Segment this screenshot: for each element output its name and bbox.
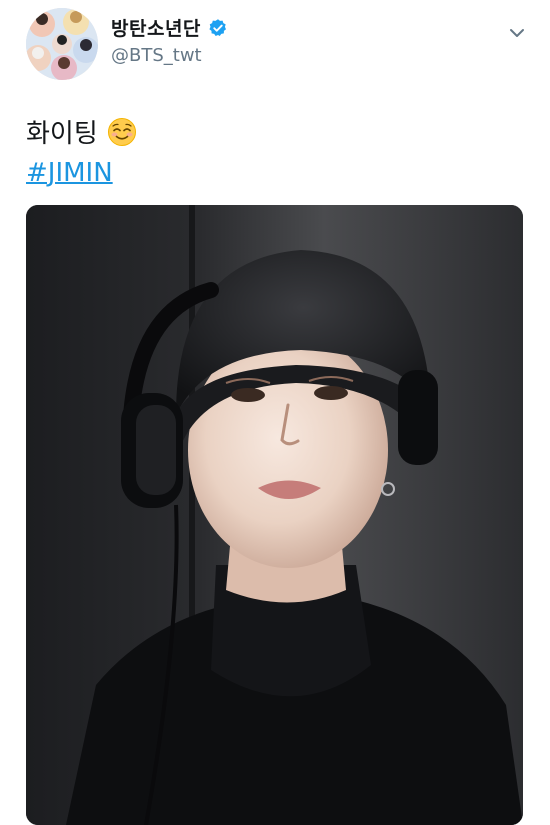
chevron-down-icon[interactable] <box>508 24 526 42</box>
hashtag-link[interactable]: #JIMIN <box>26 158 113 188</box>
relieved-smiling-face-icon <box>107 117 137 147</box>
avatar[interactable] <box>26 8 98 80</box>
tweet-text: 화이팅 <box>26 113 137 150</box>
display-name-text[interactable]: 방탄소년단 <box>111 14 201 41</box>
tweet-header: 방탄소년단 @BTS_twt <box>0 0 550 90</box>
tweet-text-content: 화이팅 <box>26 119 98 149</box>
user-handle[interactable]: @BTS_twt <box>111 45 202 66</box>
tweet-photo[interactable] <box>26 205 523 825</box>
display-name[interactable]: 방탄소년단 <box>111 14 228 41</box>
verified-badge-icon <box>208 18 228 38</box>
